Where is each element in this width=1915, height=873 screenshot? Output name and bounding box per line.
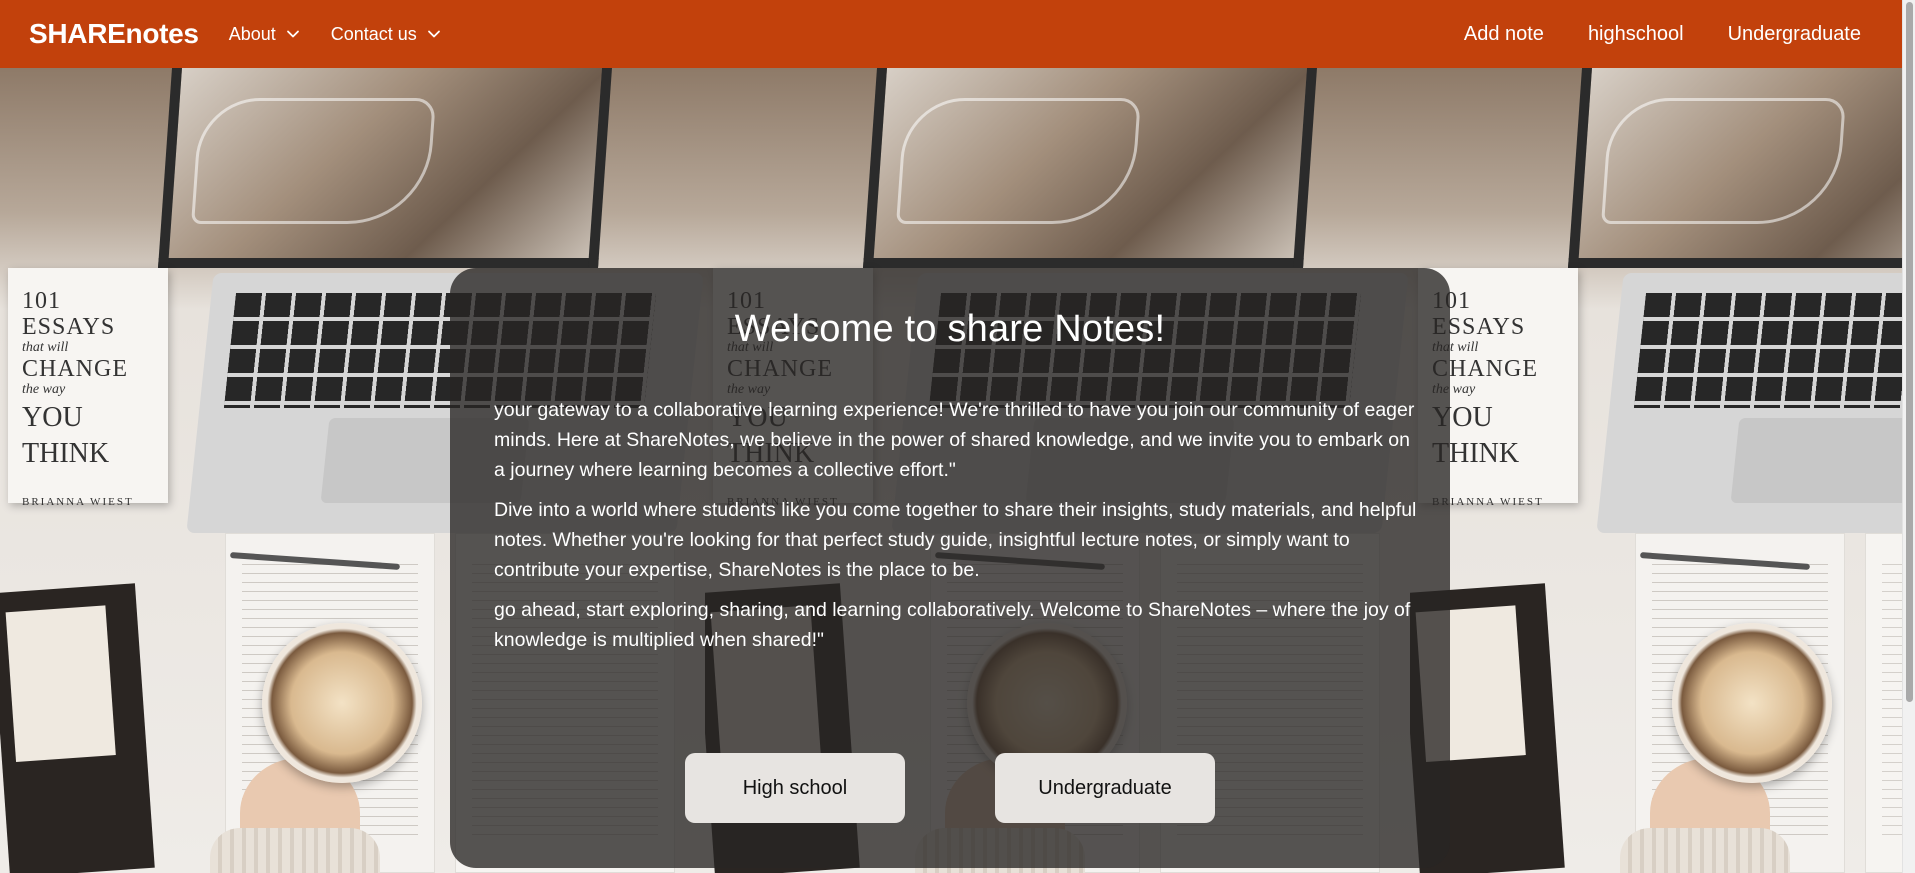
paper-sheet: [1865, 533, 1902, 873]
nav-link-add-note[interactable]: Add note: [1464, 23, 1544, 46]
coffee-cup: [262, 623, 422, 783]
nav-dropdown-label: About: [228, 23, 276, 44]
book-text: CHANGE: [22, 356, 128, 382]
notebook: [0, 583, 155, 873]
laptop-screen: [863, 68, 1317, 268]
laptop-screen: [158, 68, 612, 268]
sweater-sleeve: [1620, 828, 1790, 873]
welcome-paragraph: go ahead, start exploring, sharing, and …: [494, 599, 1411, 651]
book-author: BRIANNA WIEST: [1432, 496, 1544, 508]
navbar: SHAREnotes About Contact us Add note hig…: [0, 0, 1902, 68]
undergraduate-button[interactable]: Undergraduate: [995, 753, 1215, 823]
laptop-touchpad: [1730, 418, 1902, 503]
sweater-sleeve: [210, 828, 380, 873]
laptop-screen: [1568, 68, 1902, 268]
chevron-down-icon: [286, 30, 299, 38]
book-text: the way: [1432, 382, 1476, 397]
page-scrollbar[interactable]: [1902, 0, 1915, 873]
book-text: the way: [22, 382, 66, 397]
book-text: that will: [22, 340, 69, 355]
book-text: ESSAYS: [1432, 314, 1526, 340]
book-text: 101: [22, 288, 61, 314]
book-text: CHANGE: [1432, 356, 1538, 382]
nav-link-undergraduate[interactable]: Undergraduate: [1728, 23, 1861, 46]
book-text: YOU: [1432, 402, 1493, 433]
book-text: YOU: [22, 402, 83, 433]
nav-links: Add note highschool Undergraduate: [1464, 0, 1902, 68]
welcome-text: your gateway to a collaborative learning…: [494, 395, 1424, 665]
nav-dropdown-about[interactable]: About: [229, 24, 301, 45]
nav-link-highschool[interactable]: highschool: [1588, 23, 1684, 46]
background-photo-tile: 101 ESSAYS that will CHANGE the way YOU …: [1410, 68, 1902, 873]
nav-dropdown-label: Contact us: [330, 23, 417, 44]
book-text: 101: [1432, 288, 1471, 314]
high-school-button[interactable]: High school: [685, 753, 905, 823]
book-text: ESSAYS: [22, 314, 116, 340]
laptop-keyboard: [1633, 293, 1902, 408]
welcome-paragraph: Dive into a world where students like yo…: [494, 499, 1417, 581]
welcome-title: Welcome to share Notes!: [734, 308, 1166, 350]
essay-book: 101 ESSAYS that will CHANGE the way YOU …: [8, 268, 168, 508]
book-text: THINK: [22, 438, 110, 469]
nav-dropdown-contact[interactable]: Contact us: [331, 24, 442, 45]
chevron-down-icon: [427, 30, 440, 38]
brand-logo[interactable]: SHAREnotes: [29, 18, 199, 50]
scrollbar-thumb[interactable]: [1906, 2, 1913, 702]
book-text: that will: [1432, 340, 1479, 355]
book-text: THINK: [1432, 438, 1520, 469]
book-author: BRIANNA WIEST: [22, 496, 134, 508]
coffee-cup: [1672, 623, 1832, 783]
welcome-card: Welcome to share Notes! your gateway to …: [450, 268, 1450, 868]
welcome-paragraph: your gateway to a collaborative learning…: [494, 399, 1415, 481]
